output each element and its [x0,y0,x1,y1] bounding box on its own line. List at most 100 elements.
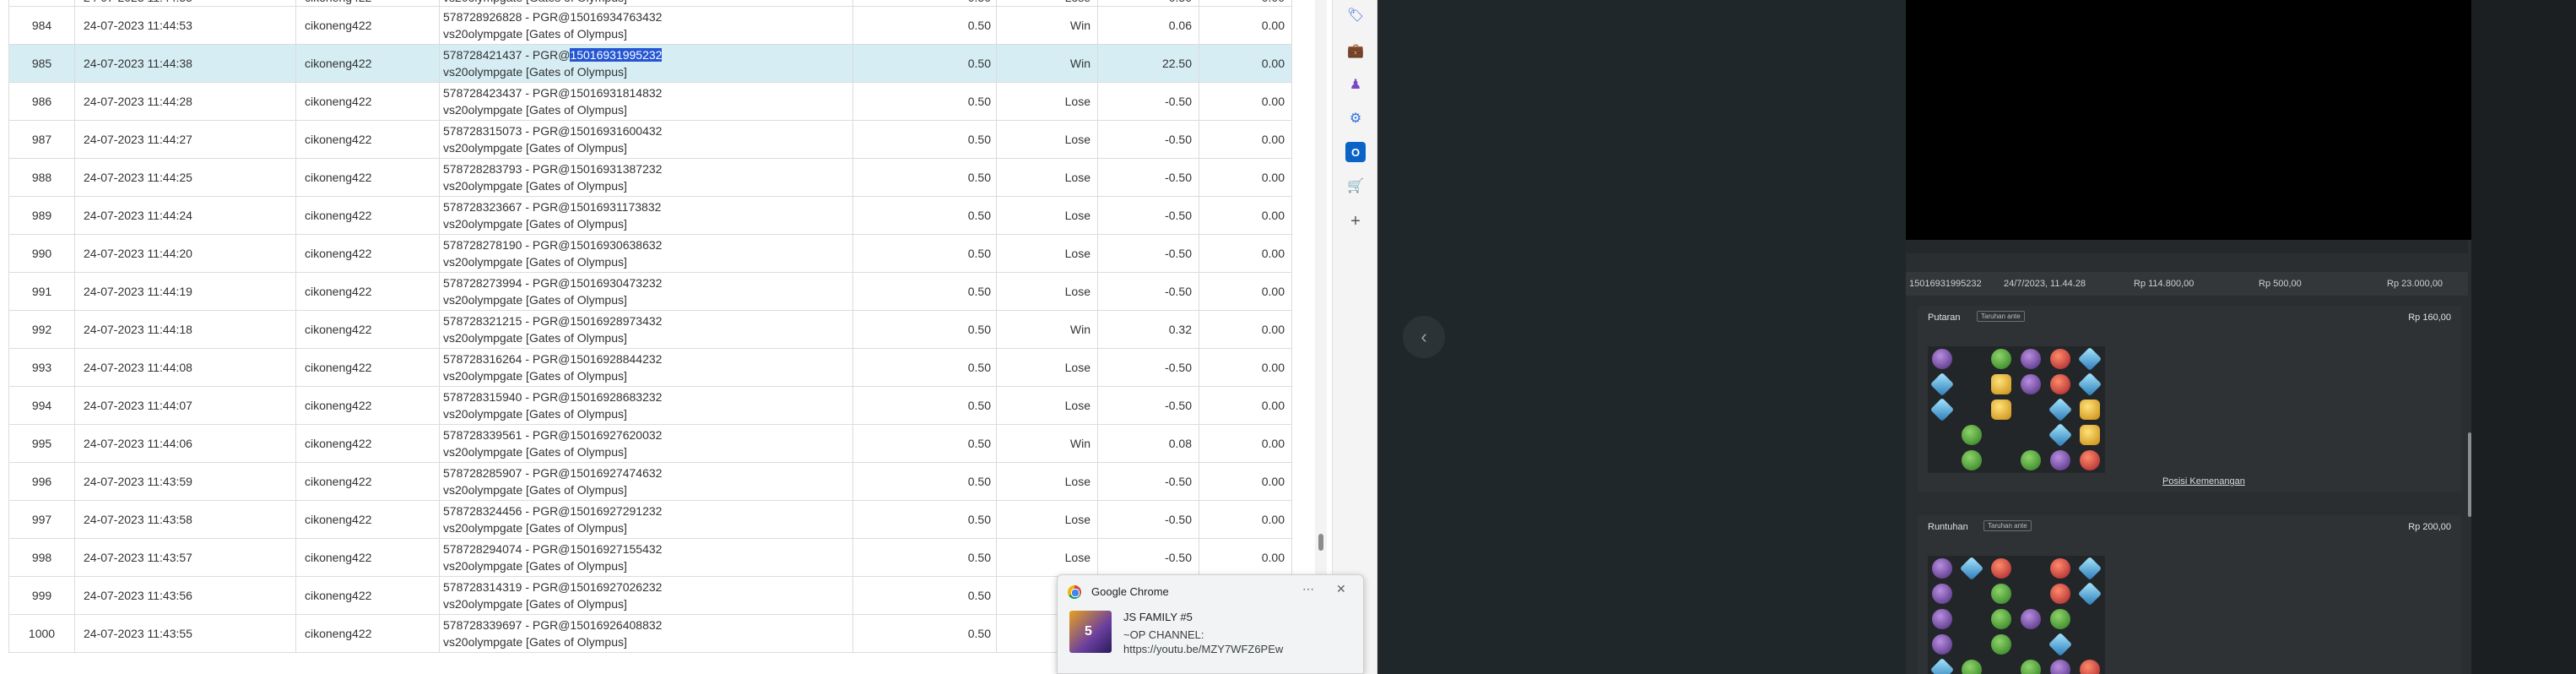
history-summary-row: 15016931995232 24/7/2023, 11.44.28 Rp 11… [1906,272,2471,296]
empty-cell [2021,558,2041,579]
browser-sidebar: 🏷 💼 ♟ ⚙ O 🛒 + [1332,0,1377,674]
tumble-title: Runtuhan [1928,522,1968,532]
row-result: Lose [996,120,1098,159]
row-bet: 0.50 [852,462,997,501]
table-row[interactable]: 985 24-07-2023 11:44:38 cikoneng422 5787284… [8,44,1292,83]
row-amount: 0.32 [1097,310,1199,349]
round-win: Rp 23.000,00 [2387,279,2443,289]
row-balance: 0.00 [1199,158,1292,197]
slot-symbol-green [1991,609,2011,629]
table-row[interactable]: 996 24-07-2023 11:43:59 cikoneng422 5787282… [8,462,1292,501]
slot-symbol-green [1962,425,1982,445]
row-username: cikoneng422 [295,158,440,197]
row-balance: 0.00 [1199,310,1292,349]
chrome-notification[interactable]: Google Chrome ⋯ ✕ 5 JS FAMILY #5 ~OP CHA… [1057,574,1364,674]
selected-text[interactable]: 15016931995232 [570,48,663,62]
row-result: Lose [996,500,1098,539]
settings-gear-icon[interactable]: ⚙ [1345,108,1366,128]
slot-symbol-purple [2050,660,2070,674]
row-result: Lose [996,272,1098,311]
row-date: 24-07-2023 11:44:06 [74,424,296,463]
table-row[interactable]: 998 24-07-2023 11:43:57 cikoneng422 5787282… [8,538,1292,577]
row-date: 24-07-2023 11:43:57 [74,538,296,577]
chevron-left-icon[interactable]: ‹ [1403,316,1445,358]
row-detail: 578728315073 - PGR@15016931600432 vs20oly… [439,120,853,159]
row-number: 985 [8,44,75,83]
tag-icon[interactable]: 🏷 [1345,5,1366,25]
row-game-name: vs20olympgate [Gates of Olympus] [443,331,627,345]
chrome-logo-icon [1068,585,1081,599]
row-username: cikoneng422 [295,82,440,121]
row-game-name: vs20olympgate [Gates of Olympus] [443,255,627,269]
table-row[interactable]: 988 24-07-2023 11:44:25 cikoneng422 5787282… [8,158,1292,197]
slot-symbol-blue [2048,422,2073,448]
scrollbar-thumb[interactable] [1318,534,1323,551]
row-amount: -0.50 [1097,196,1199,235]
row-date: 24-07-2023 11:43:59 [74,462,296,501]
shopping-cart-icon[interactable]: 🛒 [1345,176,1366,196]
slot-symbol-green [1991,634,2011,655]
reel-grid [1928,346,2105,473]
slot-symbol-purple [1932,349,1952,369]
table-row[interactable]: 994 24-07-2023 11:44:07 cikoneng422 5787283… [8,386,1292,425]
winning-position-link[interactable]: Posisi Kemenangan [2162,476,2245,486]
row-game-name: vs20olympgate [Gates of Olympus] [443,597,627,611]
row-game-name: vs20olympgate [Gates of Olympus] [443,27,627,41]
slot-symbol-purple [1932,584,1952,604]
slot-symbol-red [2080,660,2100,674]
row-balance: 0.00 [1199,500,1292,539]
slot-symbol-green [1962,450,1982,470]
table-row[interactable]: 990 24-07-2023 11:44:20 cikoneng422 5787282… [8,234,1292,273]
slot-symbol-purple [1932,558,1952,579]
row-date: 24-07-2023 11:44:38 [74,44,296,83]
row-bet: 0.50 [852,386,997,425]
row-number: 987 [8,120,75,159]
row-amount: -0.50 [1097,538,1199,577]
blurred-background [1377,0,1906,674]
row-detail: 578728321215 - PGR@15016928973432 vs20oly… [439,310,853,349]
row-date: 24-07-2023 11:44:24 [74,196,296,235]
close-icon[interactable]: ✕ [1336,582,1346,596]
row-transaction-id: 578728273994 - PGR@15016930473232 [443,276,663,290]
row-bet: 0.50 [852,44,997,83]
table-row[interactable]: 993 24-07-2023 11:44:08 cikoneng422 5787283… [8,348,1292,387]
scrollbar-thumb[interactable] [2468,432,2471,517]
row-username: cikoneng422 [295,614,440,653]
tumble-badge: Taruhan ante [1983,520,2032,531]
row-username: cikoneng422 [295,462,440,501]
row-transaction-id: 578728324456 - PGR@15016927291232 [443,504,663,518]
table-row[interactable]: 992 24-07-2023 11:44:18 cikoneng422 5787283… [8,310,1292,349]
row-result: Lose [996,538,1098,577]
row-username: cikoneng422 [295,348,440,387]
table-row[interactable]: 989 24-07-2023 11:44:24 cikoneng422 5787283… [8,196,1292,235]
table-scrollbar[interactable] [1315,0,1327,674]
table-row[interactable]: 995 24-07-2023 11:44:06 cikoneng422 5787283… [8,424,1292,463]
history-scrollbar[interactable] [2468,240,2471,674]
empty-cell [1932,450,1952,470]
games-icon[interactable]: ♟ [1345,74,1366,95]
slot-symbol-purple [2021,349,2041,369]
slot-symbol-blue [2048,632,2073,657]
table-row[interactable]: 986 24-07-2023 11:44:28 cikoneng422 5787284… [8,82,1292,121]
outlook-icon[interactable]: O [1345,142,1366,162]
table-row[interactable]: 997 24-07-2023 11:43:58 cikoneng422 5787283… [8,500,1292,539]
row-username: cikoneng422 [295,386,440,425]
row-detail: 578728315940 - PGR@15016928683232 vs20oly… [439,386,853,425]
table-row[interactable]: 984 24-07-2023 11:44:53 cikoneng422 5787289… [8,6,1292,45]
row-number: 998 [8,538,75,577]
empty-cell [2021,584,2041,604]
empty-cell [1962,609,1982,629]
empty-cell [1991,450,2011,470]
row-result: Win [996,424,1098,463]
empty-cell [2021,425,2041,445]
plus-icon[interactable]: + [1345,211,1366,231]
row-game-name: vs20olympgate [Gates of Olympus] [443,141,627,155]
row-bet: 0.50 [852,272,997,311]
table-row[interactable]: 991 24-07-2023 11:44:19 cikoneng422 5787282… [8,272,1292,311]
more-options-icon[interactable]: ⋯ [1302,582,1314,596]
row-number: 988 [8,158,75,197]
row-transaction-id: 578728316264 - PGR@15016928844232 [443,352,663,366]
briefcase-icon[interactable]: 💼 [1345,41,1366,61]
row-detail: 578728283793 - PGR@15016931387232 vs20oly… [439,158,853,197]
table-row[interactable]: 987 24-07-2023 11:44:27 cikoneng422 5787283… [8,120,1292,159]
